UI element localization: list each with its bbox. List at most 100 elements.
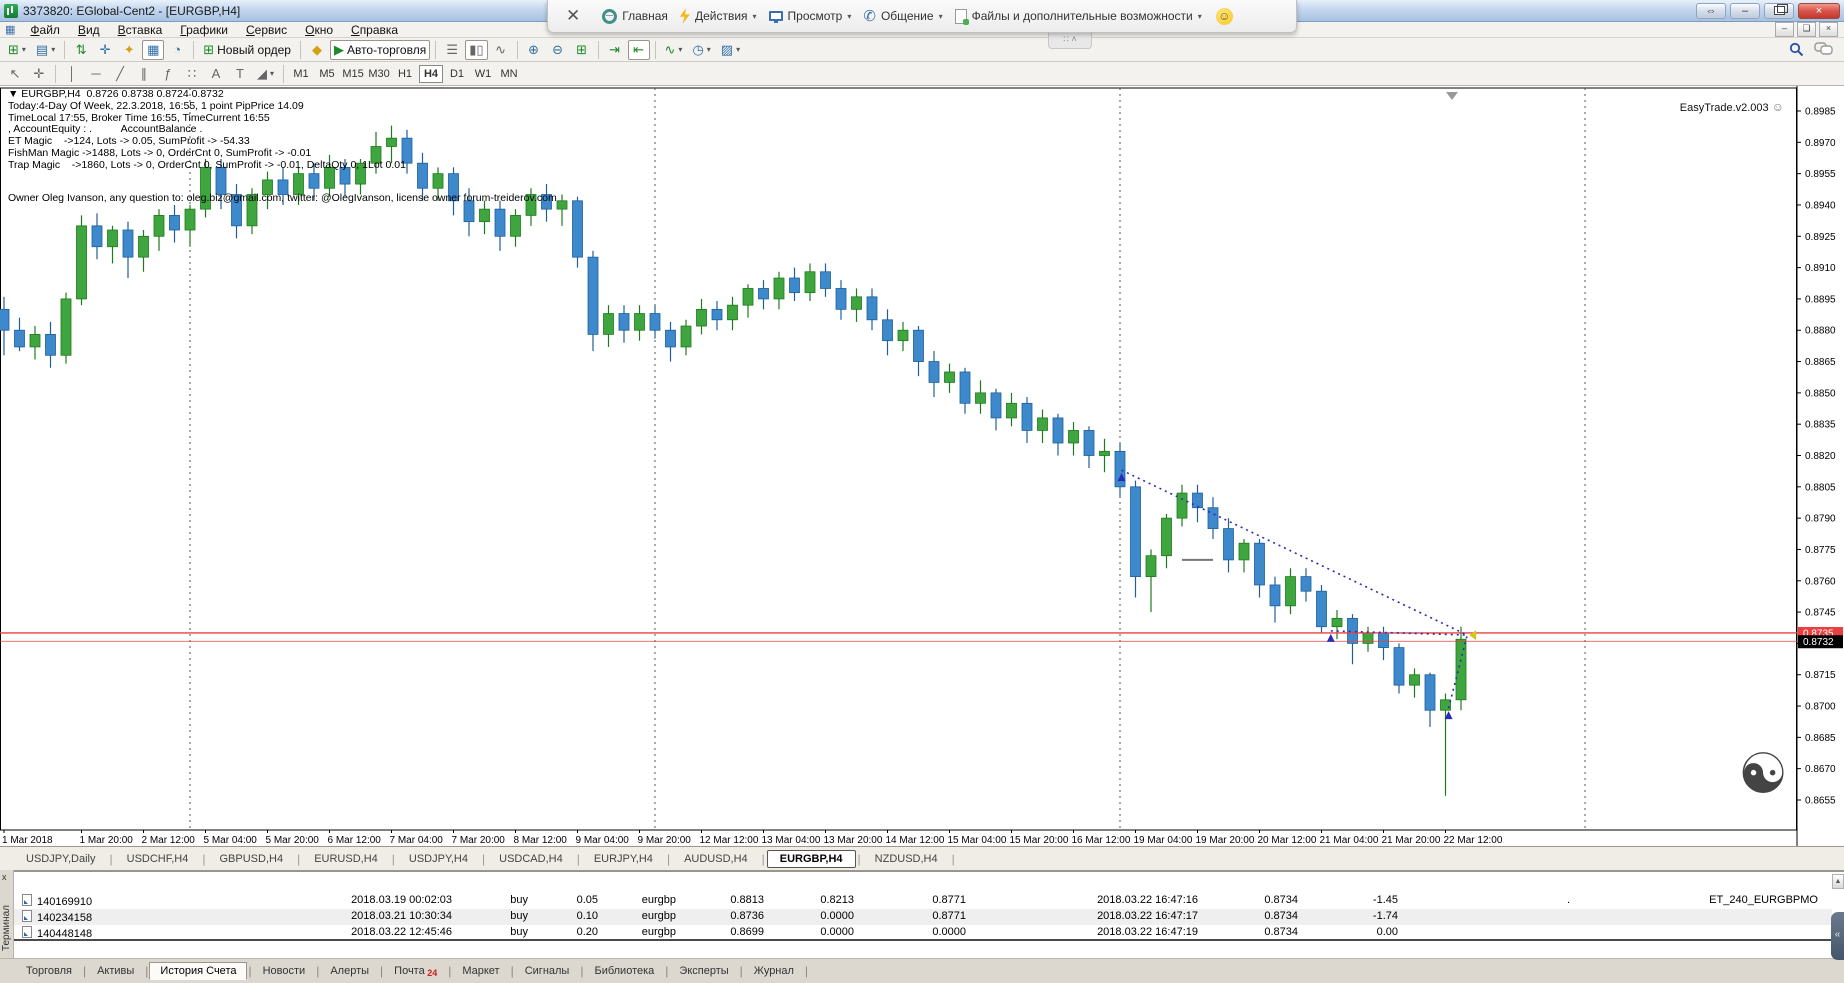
fibonacci-tool[interactable]: ƒ xyxy=(157,64,179,84)
child-close-button[interactable]: × xyxy=(1819,22,1838,37)
overlay-item-actions[interactable]: Действия ▾ xyxy=(674,8,763,24)
feedback-smiley-icon[interactable]: ☺ xyxy=(1215,7,1233,25)
vertical-line-tool[interactable]: │ xyxy=(61,64,83,84)
restore-button[interactable] xyxy=(1764,2,1794,19)
overlay-item-files[interactable]: Файлы и дополнительные возможности ▾ xyxy=(949,8,1208,25)
chart-tab-gbpusd[interactable]: GBPUSD,H4 xyxy=(207,851,295,867)
chart-tab-audusd[interactable]: AUDUSD,H4 xyxy=(672,851,760,867)
price-axis-label: 0.8745 xyxy=(1805,608,1836,619)
menu-окно[interactable]: Окно xyxy=(296,23,342,37)
auto-trading-button[interactable]: ▶ Авто-торговля xyxy=(329,39,431,60)
trendline-tool[interactable]: ╱ xyxy=(109,64,131,84)
timeframe-m15[interactable]: M15 xyxy=(341,65,365,83)
child-minimize-button[interactable]: – xyxy=(1775,22,1794,37)
overlay-collapse-handle[interactable]: ∷ ˄ xyxy=(1048,33,1092,49)
metaeditor-button[interactable]: ◆ xyxy=(306,40,328,60)
time-axis-label: 13 Mar 04:00 xyxy=(762,835,821,846)
new-order-button[interactable]: ⊞ Новый ордер xyxy=(199,40,295,60)
terminal-tab-история-счета[interactable]: История Счета xyxy=(149,962,248,980)
app-window: 3373820: EGlobal-Cent2 - [EURGBP,H4] ⇔ –… xyxy=(0,0,1844,983)
timeframe-h1[interactable]: H1 xyxy=(393,65,417,83)
terminal-tab-библиотека[interactable]: Библиотека xyxy=(584,963,664,979)
minimize-button[interactable]: – xyxy=(1730,2,1760,19)
terminal-tab-торговля[interactable]: Торговля xyxy=(16,963,82,979)
crosshair-tool[interactable]: ✛ xyxy=(28,64,50,84)
menu-графики[interactable]: Графики xyxy=(171,23,237,37)
bar-chart-button[interactable]: ☰ xyxy=(441,40,463,60)
chart-shift-button[interactable]: ⇤ xyxy=(627,39,650,60)
indicators-button[interactable]: ∿ ▾ xyxy=(661,40,687,60)
terminal-tab-сигналы[interactable]: Сигналы xyxy=(515,963,580,979)
strategy-tester-button[interactable]: ◔ xyxy=(166,40,188,60)
chart-panel[interactable]: 0.8985 0.8970 0.8955 0.8940 0.8925 0.8910 0.88… xyxy=(0,86,1844,846)
overlay-item-view[interactable]: Просмотр ▾ xyxy=(763,9,858,23)
chart-tab-eurgbp[interactable]: EURGBP,H4 xyxy=(766,849,856,868)
time-axis-label: 5 Mar 04:00 xyxy=(204,835,258,846)
label-tool[interactable]: T xyxy=(229,64,251,84)
chat-icon[interactable] xyxy=(1814,42,1834,57)
chart-tab-usdcad[interactable]: USDCAD,H4 xyxy=(487,851,575,867)
timeframe-d1[interactable]: D1 xyxy=(445,65,469,83)
line-chart-button[interactable]: ∿ xyxy=(490,40,512,60)
terminal-tab-почта[interactable]: Почта 24 xyxy=(384,963,447,980)
cursor-tool[interactable]: ↖ xyxy=(4,64,26,84)
overlay-item-communicate[interactable]: ✆ Общение ▾ xyxy=(857,7,948,25)
new-chart-button[interactable]: ⊞ ▾ xyxy=(4,40,30,60)
terminal-tab-алерты[interactable]: Алерты xyxy=(320,963,379,979)
scroll-up-button[interactable]: ▲ xyxy=(1832,874,1844,889)
objects-tool[interactable]: ∷ xyxy=(181,64,203,84)
terminal-tab-новости[interactable]: Новости xyxy=(253,963,316,979)
data-window-button[interactable]: ✛ xyxy=(94,40,116,60)
table-row[interactable]: 140234158 2018.03.21 10:30:34 buy 0.10 eurgb… xyxy=(14,909,1832,925)
terminal-tab-эксперты[interactable]: Эксперты xyxy=(669,963,738,979)
timeframe-w1[interactable]: W1 xyxy=(471,65,495,83)
timeframe-m5[interactable]: M5 xyxy=(315,65,339,83)
tile-windows-button[interactable]: ⊞ xyxy=(571,40,593,60)
templates-button[interactable]: ▨ ▾ xyxy=(717,40,744,60)
chart-tab-usdchf[interactable]: USDCHF,H4 xyxy=(115,851,201,867)
horizontal-line-tool[interactable]: ─ xyxy=(85,64,107,84)
timeframe-m1[interactable]: M1 xyxy=(289,65,313,83)
terminal-close-icon[interactable]: x xyxy=(2,872,7,882)
terminal-tab-журнал[interactable]: Журнал xyxy=(744,963,804,979)
navigator-button[interactable]: ✦ xyxy=(118,40,140,60)
menu-справка[interactable]: Справка xyxy=(342,23,407,37)
overlay-toggle-button[interactable]: ⇔ xyxy=(1696,2,1726,19)
chart-tab-eurusd[interactable]: EURUSD,H4 xyxy=(302,851,390,867)
profiles-button[interactable]: ▤ ▾ xyxy=(32,40,59,60)
search-icon[interactable] xyxy=(1789,42,1804,57)
text-tool[interactable]: A xyxy=(205,64,227,84)
chart-tab-eurjpy[interactable]: EURJPY,H4 xyxy=(582,851,665,867)
channel-tool[interactable]: ∥ xyxy=(133,64,155,84)
child-restore-button[interactable]: ❏ xyxy=(1797,22,1816,37)
chart-tab-usdjpy[interactable]: USDJPY,H4 xyxy=(397,851,480,867)
menu-вставка[interactable]: Вставка xyxy=(109,23,172,37)
auto-scroll-button[interactable]: ⇥ xyxy=(604,40,626,60)
overlay-item-home[interactable]: Главная xyxy=(596,8,674,24)
menu-вид[interactable]: Вид xyxy=(69,23,109,37)
terminal-panel: ОрдерВремяТипОбъемСимволЦенаS / LT / PВр… xyxy=(0,870,1844,958)
timeframe-m30[interactable]: M30 xyxy=(367,65,391,83)
zoom-out-button[interactable]: ⊖ xyxy=(547,40,569,60)
terminal-tab-активы[interactable]: Активы xyxy=(87,963,144,979)
table-row[interactable]: 140169910 2018.03.19 00:02:03 buy 0.05 eurgb… xyxy=(14,893,1832,909)
menu-файл[interactable]: Файл xyxy=(21,23,69,37)
chart-tab-nzdusd[interactable]: NZDUSD,H4 xyxy=(863,851,950,867)
chart-tab-usdjpy[interactable]: USDJPY,Daily xyxy=(14,851,108,867)
shapes-tool[interactable]: ◢ ▾ xyxy=(253,64,278,84)
periods-button[interactable]: ◷ ▾ xyxy=(688,40,714,60)
candlestick-chart-button[interactable]: ▮▯ xyxy=(465,39,488,60)
sidebar-pull-tab[interactable]: « xyxy=(1831,912,1844,960)
time-axis-label: 21 Mar 04:00 xyxy=(1320,835,1379,846)
session-close-icon[interactable]: ✕ xyxy=(558,6,588,26)
menu-сервис[interactable]: Сервис xyxy=(237,23,296,37)
time-axis-label: 7 Mar 04:00 xyxy=(390,835,444,846)
terminal-tab-маркет[interactable]: Маркет xyxy=(452,963,509,979)
cell: 0.8213 xyxy=(820,894,854,906)
terminal-panel-button[interactable]: ▦ xyxy=(142,39,165,60)
zoom-in-button[interactable]: ⊕ xyxy=(523,40,545,60)
close-button[interactable]: × xyxy=(1798,2,1840,19)
market-watch-button[interactable]: ⇅ xyxy=(70,40,92,60)
timeframe-mn[interactable]: MN xyxy=(497,65,521,83)
timeframe-h4[interactable]: H4 xyxy=(419,64,444,83)
